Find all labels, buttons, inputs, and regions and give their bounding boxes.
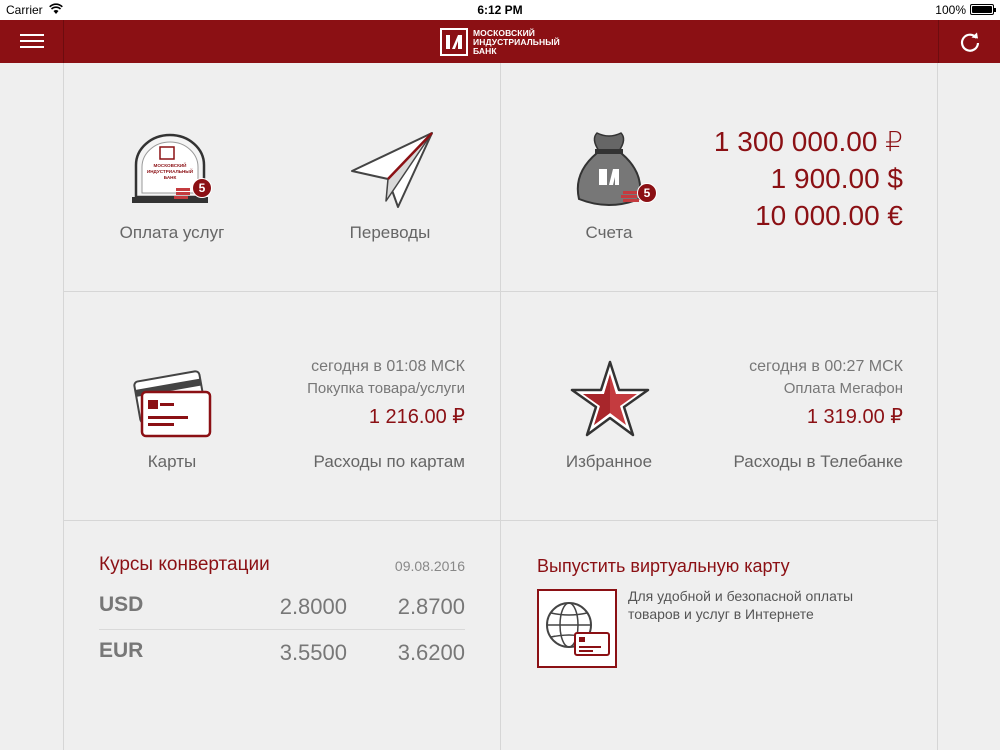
- rate-sell: 3.6200: [397, 640, 465, 665]
- promo-description: Для удобной и безопасной оплаты товаров …: [628, 588, 854, 622]
- cards-transaction-time: сегодня в 01:08 МСК: [311, 358, 465, 375]
- cards-transaction-amount: 1 216.00 ₽: [368, 406, 465, 428]
- paper-plane-icon: [351, 132, 433, 208]
- favorites-last-transaction: сегодня в 00:27 МСК Оплата Мегафон 1 319…: [749, 358, 903, 429]
- favorites-transaction-time: сегодня в 00:27 МСК: [749, 358, 903, 375]
- favorites-cell[interactable]: Избранное сегодня в 00:27 МСК Оплата Мег…: [501, 292, 938, 521]
- star-icon: [570, 360, 650, 437]
- cards-tile[interactable]: Карты: [112, 352, 232, 482]
- transfers-label: Переводы: [349, 223, 431, 242]
- cards-expenses-caption: Расходы по картам: [313, 452, 465, 471]
- refresh-button[interactable]: [938, 20, 1000, 63]
- favorites-label: Избранное: [565, 452, 653, 471]
- cards-transaction-description: Покупка товара/услуги: [307, 380, 465, 397]
- money-bag-icon: [576, 132, 642, 206]
- refresh-icon: [960, 32, 980, 52]
- virtual-card-promo[interactable]: Выпустить виртуальную карту Для удобной …: [501, 521, 938, 750]
- cards-cell[interactable]: Карты сегодня в 01:08 МСК Покупка товара…: [64, 292, 501, 521]
- clock: 6:12 PM: [477, 3, 523, 17]
- payments-label: Оплата услуг: [119, 223, 225, 242]
- cards-label: Карты: [147, 452, 197, 471]
- issue-virtual-card-link[interactable]: Выпустить виртуальную карту: [537, 556, 790, 577]
- telebank-expenses-caption: Расходы в Телебанке: [733, 452, 903, 471]
- cards-last-transaction: сегодня в 01:08 МСК Покупка товара/услуг…: [307, 358, 465, 429]
- svg-text:ИНДУСТРИАЛЬНЫЙ: ИНДУСТРИАЛЬНЫЙ: [147, 167, 193, 174]
- favorites-transaction-amount: 1 319.00 ₽: [806, 406, 903, 428]
- logo-mark-icon: [440, 28, 468, 56]
- svg-text:БАНК: БАНК: [164, 175, 177, 180]
- emblem-text: МОСКОВСКИЙ: [154, 161, 187, 168]
- accounts-label: Счета: [585, 223, 633, 242]
- logo-text-line3: БАНК: [473, 45, 497, 56]
- rate-buy: 2.8000: [279, 594, 347, 619]
- rates-title: Курсы конвертации: [99, 554, 270, 575]
- accounts-badge: 5: [637, 183, 657, 203]
- balance-usd: 1 900.00 $: [770, 163, 903, 194]
- exchange-rates-panel[interactable]: Курсы конвертации 09.08.2016 USD 2.8000 …: [64, 521, 501, 750]
- hamburger-icon: [20, 34, 44, 36]
- bank-logo: МОСКОВСКИЙ ИНДУСТРИАЛЬНЫЙ БАНК: [440, 28, 560, 56]
- rate-currency: USD: [99, 593, 144, 616]
- rate-currency: EUR: [99, 639, 144, 662]
- rate-row-eur: EUR 3.5500 3.6200: [99, 630, 465, 675]
- status-bar: Carrier 6:12 PM 100%: [0, 0, 1000, 20]
- favorites-transaction-description: Оплата Мегафон: [783, 380, 903, 397]
- rate-buy: 3.5500: [279, 640, 347, 665]
- top-navigation-bar: МОСКОВСКИЙ ИНДУСТРИАЛЬНЫЙ БАНК: [0, 20, 1000, 63]
- rate-sell: 2.8700: [397, 594, 465, 619]
- dashboard-grid: МОСКОВСКИЙ ИНДУСТРИАЛЬНЫЙ БАНК 5 Оплата …: [63, 63, 938, 750]
- payments-tile[interactable]: МОСКОВСКИЙ ИНДУСТРИАЛЬНЫЙ БАНК 5 Оплата …: [112, 123, 232, 253]
- rate-row-usd: USD 2.8000 2.8700: [99, 584, 465, 629]
- balance-rub: 1 300 000.00 ₽: [713, 126, 903, 157]
- payments-badge: 5: [192, 178, 212, 198]
- account-balances[interactable]: 1 300 000.00 ₽ 1 900.00 $ 10 000.00 €: [714, 123, 903, 234]
- credit-cards-icon: [133, 370, 212, 438]
- battery-percent: 100%: [935, 3, 966, 17]
- globe-card-icon: [537, 589, 617, 668]
- balance-eur: 10 000.00 €: [755, 200, 903, 231]
- transfers-tile[interactable]: Переводы: [330, 123, 450, 253]
- rates-date: 09.08.2016: [394, 558, 465, 574]
- favorites-tile[interactable]: Избранное: [549, 352, 669, 482]
- battery-icon: [970, 4, 996, 15]
- accounts-tile[interactable]: 5 Счета: [549, 123, 669, 253]
- bank-building-icon: МОСКОВСКИЙ ИНДУСТРИАЛЬНЫЙ БАНК: [132, 133, 208, 203]
- menu-button[interactable]: [0, 20, 64, 63]
